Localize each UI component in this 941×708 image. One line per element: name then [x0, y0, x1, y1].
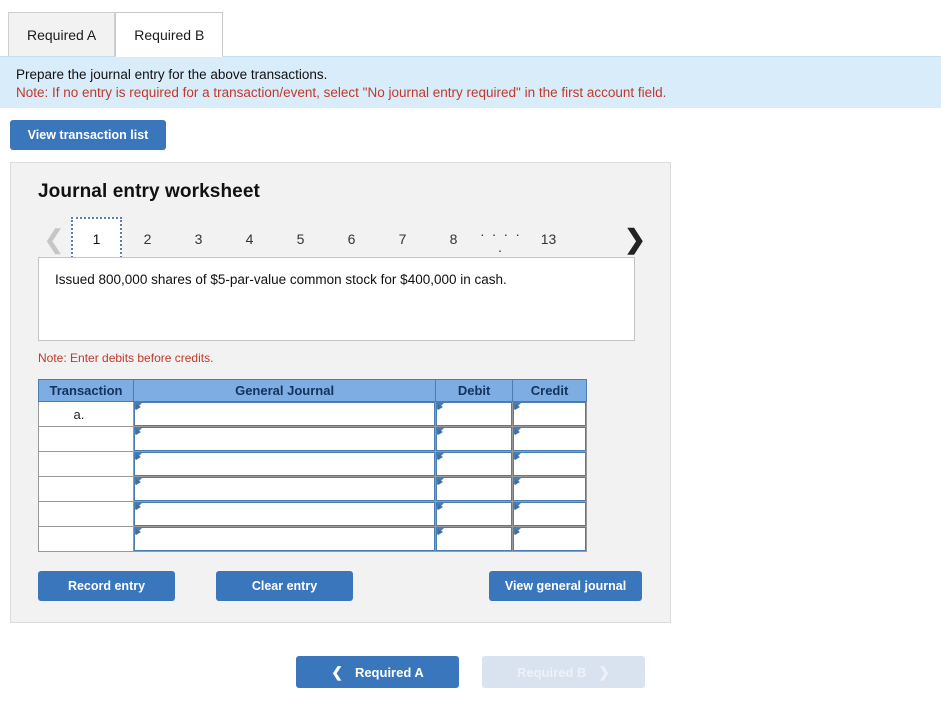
chevron-right-icon[interactable]: ❯ — [618, 226, 652, 252]
chevron-left-icon[interactable]: ❮ — [37, 226, 71, 252]
chevron-right-icon: ❯ — [598, 663, 611, 680]
required-b-nav-button: Required B ❯ — [482, 656, 645, 688]
pager-page-3[interactable]: 3 — [173, 217, 224, 261]
cell-debit[interactable] — [435, 526, 514, 552]
tab-required-b-label: Required B — [134, 26, 205, 43]
cell-transaction — [38, 426, 134, 452]
chevron-left-icon: ❮ — [331, 663, 343, 680]
cell-credit[interactable] — [512, 501, 587, 527]
pager-ellipsis: . . . . . — [480, 223, 522, 255]
debit-input[interactable] — [436, 402, 513, 426]
journal-entry-table: Transaction General Journal Debit Credit… — [38, 379, 587, 552]
debit-input[interactable] — [436, 452, 513, 476]
instruction-banner: Prepare the journal entry for the above … — [0, 56, 941, 108]
cell-credit[interactable] — [512, 426, 587, 452]
worksheet-title: Journal entry worksheet — [38, 181, 260, 202]
tab-required-b[interactable]: Required B — [115, 12, 224, 57]
pager-page-4[interactable]: 4 — [224, 217, 275, 261]
credit-input[interactable] — [513, 527, 586, 551]
cell-debit[interactable] — [435, 501, 514, 527]
table-row — [38, 426, 587, 452]
cell-general-journal[interactable] — [132, 451, 437, 477]
debit-input[interactable] — [436, 427, 513, 451]
cell-transaction — [38, 526, 134, 552]
pager-page-5[interactable]: 5 — [275, 217, 326, 261]
cell-credit[interactable] — [512, 451, 587, 477]
required-b-nav-label: Required B — [516, 664, 587, 680]
cell-general-journal[interactable] — [132, 501, 437, 527]
cell-transaction — [38, 451, 134, 477]
cell-transaction: a. — [38, 401, 134, 427]
journal-entry-worksheet-panel: Journal entry worksheet ❮ 1 2 3 4 5 6 7 … — [10, 162, 671, 623]
cell-general-journal[interactable] — [132, 426, 437, 452]
footer-navigation: ❮ Required A Required B ❯ — [0, 655, 941, 689]
table-row: a. — [38, 401, 587, 427]
column-header-credit: Credit — [512, 379, 587, 402]
record-entry-button[interactable]: Record entry — [38, 571, 175, 601]
general-journal-input[interactable] — [133, 527, 436, 551]
cell-credit[interactable] — [512, 401, 587, 427]
credit-input[interactable] — [513, 427, 586, 451]
cell-transaction — [38, 501, 134, 527]
credit-input[interactable] — [513, 502, 586, 526]
debit-credit-note: Note: Enter debits before credits. — [38, 351, 214, 365]
pager-page-2[interactable]: 2 — [122, 217, 173, 261]
cell-debit[interactable] — [435, 476, 514, 502]
view-transaction-list-button[interactable]: View transaction list — [10, 120, 166, 150]
cell-transaction — [38, 476, 134, 502]
transaction-description-text: Issued 800,000 shares of $5-par-value co… — [55, 272, 507, 287]
general-journal-input[interactable] — [133, 452, 436, 476]
cell-credit[interactable] — [512, 526, 587, 552]
column-header-debit: Debit — [435, 379, 514, 402]
pager-page-8[interactable]: 8 — [428, 217, 479, 261]
general-journal-input[interactable] — [133, 427, 436, 451]
pager-page-6[interactable]: 6 — [326, 217, 377, 261]
cell-debit[interactable] — [435, 451, 514, 477]
general-journal-input[interactable] — [133, 502, 436, 526]
tab-required-a-label: Required A — [27, 26, 97, 43]
cell-credit[interactable] — [512, 476, 587, 502]
debit-input[interactable] — [436, 502, 513, 526]
general-journal-input[interactable] — [133, 402, 436, 426]
instruction-text: Prepare the journal entry for the above … — [16, 67, 328, 82]
table-row — [38, 526, 587, 552]
cell-general-journal[interactable] — [132, 526, 437, 552]
cell-general-journal[interactable] — [132, 476, 437, 502]
credit-input[interactable] — [513, 477, 586, 501]
credit-input[interactable] — [513, 402, 586, 426]
tab-required-a[interactable]: Required A — [8, 12, 116, 56]
table-row — [38, 501, 587, 527]
view-general-journal-button[interactable]: View general journal — [489, 571, 642, 601]
debit-input[interactable] — [436, 477, 513, 501]
required-a-nav-label: Required A — [354, 664, 424, 680]
table-header-row: Transaction General Journal Debit Credit — [38, 379, 587, 402]
transaction-description-box: Issued 800,000 shares of $5-par-value co… — [38, 257, 635, 341]
column-header-transaction: Transaction — [38, 379, 134, 402]
table-row — [38, 451, 587, 477]
required-a-nav-button[interactable]: ❮ Required A — [296, 656, 459, 688]
column-header-general-journal: General Journal — [132, 379, 437, 402]
table-row — [38, 476, 587, 502]
cell-debit[interactable] — [435, 426, 514, 452]
cell-general-journal[interactable] — [132, 401, 437, 427]
debit-input[interactable] — [436, 527, 513, 551]
worksheet-pager: ❮ 1 2 3 4 5 6 7 8 . . . . . 13 ❯ — [37, 215, 652, 263]
cell-debit[interactable] — [435, 401, 514, 427]
pager-page-1[interactable]: 1 — [71, 217, 122, 261]
page-root: Required A Required B Prepare the journa… — [0, 0, 941, 708]
general-journal-input[interactable] — [133, 477, 436, 501]
credit-input[interactable] — [513, 452, 586, 476]
tab-strip: Required A Required B — [0, 8, 941, 57]
clear-entry-button[interactable]: Clear entry — [216, 571, 353, 601]
pager-page-7[interactable]: 7 — [377, 217, 428, 261]
instruction-note: Note: If no entry is required for a tran… — [16, 85, 667, 100]
pager-page-13[interactable]: 13 — [523, 217, 574, 261]
